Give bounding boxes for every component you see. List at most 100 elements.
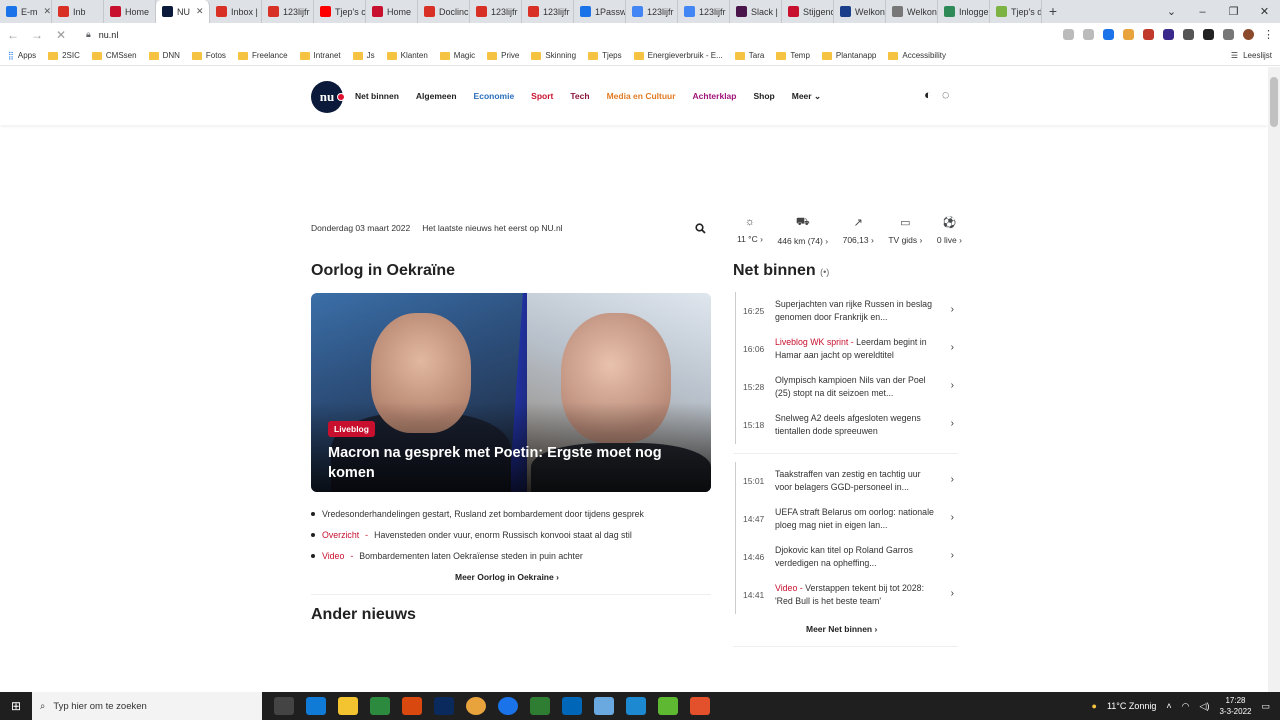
bookmark-item[interactable]: Tara — [734, 51, 764, 60]
weather-text[interactable]: 11°C Zonnig — [1107, 701, 1156, 711]
profile-avatar[interactable] — [1243, 29, 1254, 40]
bookmark-item[interactable]: Accessibility — [888, 51, 946, 60]
extension-icon[interactable] — [1203, 29, 1214, 40]
list-item[interactable]: Overzicht - Havensteden onder vuur, enor… — [311, 524, 711, 545]
tab-close-icon[interactable]: ✕ — [196, 6, 204, 17]
nav-item[interactable]: Economie — [474, 91, 515, 102]
search-icon[interactable] — [695, 223, 706, 237]
app-icon[interactable] — [626, 697, 646, 715]
app-icon[interactable] — [594, 697, 614, 715]
url-field[interactable]: 🔒︎ nu.nl — [86, 29, 118, 40]
nav-item[interactable]: Media en Cultuur — [607, 91, 676, 102]
browser-tab[interactable]: Inbox | — [210, 0, 262, 23]
browser-tab[interactable]: Inloggen — [938, 0, 990, 23]
service-widget[interactable]: ▭ TV gids › — [888, 216, 922, 246]
list-item[interactable]: Video - Bombardementen laten Oekraïense … — [311, 545, 711, 566]
photoshop-icon[interactable] — [434, 697, 454, 715]
bookmark-item[interactable]: DNN — [148, 51, 180, 60]
news-list-item[interactable]: 14:47 UEFA straft Belarus om oorlog: nati… — [733, 500, 958, 538]
scrollbar-thumb[interactable] — [1270, 77, 1278, 127]
bookmark-item[interactable]: Fotos — [191, 51, 226, 60]
edge-icon[interactable] — [306, 697, 326, 715]
bookmark-item[interactable]: Magic — [439, 51, 475, 60]
page-scrollbar[interactable] — [1268, 67, 1280, 692]
news-list-item[interactable]: 16:06 Liveblog WK sprint - Leerdam begint… — [733, 330, 958, 368]
bookmark-item[interactable]: Klanten — [386, 51, 428, 60]
chevron-up-icon[interactable]: ˄ — [1166, 701, 1171, 711]
nav-item[interactable]: Meer ⌄ — [792, 91, 821, 102]
volume-icon[interactable]: ◁) — [1200, 701, 1210, 712]
office-icon[interactable] — [402, 697, 422, 715]
notifications-icon[interactable]: ▭ — [1261, 701, 1270, 712]
store-icon[interactable] — [370, 697, 390, 715]
list-item[interactable]: Vredesonderhandelingen gestart, Rusland … — [311, 503, 711, 524]
browser-tab[interactable]: Home — [366, 0, 418, 23]
nav-item[interactable]: Net binnen — [355, 91, 399, 102]
service-widget[interactable]: ⛟ 446 km (74) › — [777, 216, 828, 246]
extension-icon[interactable] — [1143, 29, 1154, 40]
puzzle-icon[interactable] — [1223, 29, 1234, 40]
nav-item[interactable]: Achterklap — [693, 91, 737, 102]
file-explorer-icon[interactable] — [338, 697, 358, 715]
bookmark-item[interactable]: Energieverbruik - E... — [633, 51, 723, 60]
extension-icon[interactable] — [1123, 29, 1134, 40]
skype-icon[interactable] — [562, 697, 582, 715]
new-tab-button[interactable]: + — [1042, 0, 1064, 23]
extension-icon[interactable] — [1163, 29, 1174, 40]
tab-close-icon[interactable]: ✕ — [44, 6, 52, 17]
browser-tab[interactable]: Doclinc — [418, 0, 470, 23]
restore-button[interactable]: ❐ — [1218, 5, 1249, 18]
bookmark-item[interactable]: Freelance — [237, 51, 288, 60]
menu-dots-icon[interactable]: ⋮ — [1263, 28, 1274, 41]
network-icon[interactable]: ◠ — [1182, 701, 1190, 712]
task-view-icon[interactable] — [274, 697, 294, 715]
news-list-item[interactable]: 14:41 Video - Verstappen tekent bij tot 2… — [733, 576, 958, 614]
windows-start-icon[interactable]: ⊞ — [0, 699, 32, 713]
service-widget[interactable]: ⚽ 0 live › — [937, 216, 962, 246]
browser-tab[interactable]: Welkon — [834, 0, 886, 23]
news-list-item[interactable]: 15:01 Taakstraffen van zestig en tachtig … — [733, 462, 958, 500]
back-icon[interactable]: ← — [6, 28, 20, 42]
bookmark-item[interactable]: CMSsen — [91, 51, 137, 60]
forward-icon[interactable]: → — [30, 28, 44, 42]
extension-icon[interactable] — [1183, 29, 1194, 40]
browser-tab[interactable]: Slack | — [730, 0, 782, 23]
app-icon[interactable] — [498, 697, 518, 715]
taskbar-search-box[interactable]: ⌕ Typ hier om te zoeken — [32, 692, 262, 720]
app-icon[interactable] — [658, 697, 678, 715]
bookmark-item[interactable]: ⣿ Apps — [8, 51, 36, 60]
browser-tab[interactable]: Stijgenc — [782, 0, 834, 23]
bookmark-item[interactable]: Temp — [776, 51, 810, 60]
app-icon[interactable] — [530, 697, 550, 715]
bookmark-item[interactable]: 2SIC — [48, 51, 80, 60]
browser-tab[interactable]: 123lijfr — [522, 0, 574, 23]
browser-tab[interactable]: NU ✕ — [156, 0, 210, 23]
close-window-button[interactable]: ✕ — [1249, 5, 1280, 18]
browser-tab[interactable]: 123lijfr — [626, 0, 678, 23]
service-widget[interactable]: ☼ 11 °C › — [737, 216, 763, 246]
stop-loading-icon[interactable]: ✕ — [54, 28, 68, 42]
bookmark-item[interactable]: Skinning — [531, 51, 576, 60]
extension-icon[interactable] — [1103, 29, 1114, 40]
browser-tab[interactable]: 123lijfr — [678, 0, 730, 23]
bookmark-item[interactable]: Plantanapp — [821, 51, 876, 60]
browser-tab[interactable]: 1Passw — [574, 0, 626, 23]
chrome-icon[interactable] — [466, 697, 486, 715]
browser-tab[interactable]: Inb — [52, 0, 104, 23]
app-icon[interactable] — [690, 697, 710, 715]
minimize-button[interactable]: – — [1187, 6, 1218, 18]
hero-article[interactable]: Liveblog Macron na gesprek met Poetin: E… — [311, 293, 711, 492]
star-icon[interactable] — [1083, 29, 1094, 40]
bookmark-item[interactable]: Intranet — [299, 51, 341, 60]
clock[interactable]: 17:28 3-3-2022 — [1219, 695, 1251, 717]
news-list-item[interactable]: 16:25 Superjachten van rijke Russen in be… — [733, 292, 958, 330]
browser-tab[interactable]: Home — [104, 0, 156, 23]
browser-tab[interactable]: 123lijfr — [470, 0, 522, 23]
service-widget[interactable]: ↗ 706,13 › — [843, 216, 874, 246]
more-net-binnen-link[interactable]: Meer Net binnen › — [806, 624, 877, 634]
share-icon[interactable] — [1063, 29, 1074, 40]
nav-item[interactable]: Algemeen — [416, 91, 457, 102]
bookmark-item[interactable]: Prive — [487, 51, 519, 60]
bookmark-item[interactable]: Js — [352, 51, 375, 60]
nav-item[interactable]: Sport — [531, 91, 553, 102]
